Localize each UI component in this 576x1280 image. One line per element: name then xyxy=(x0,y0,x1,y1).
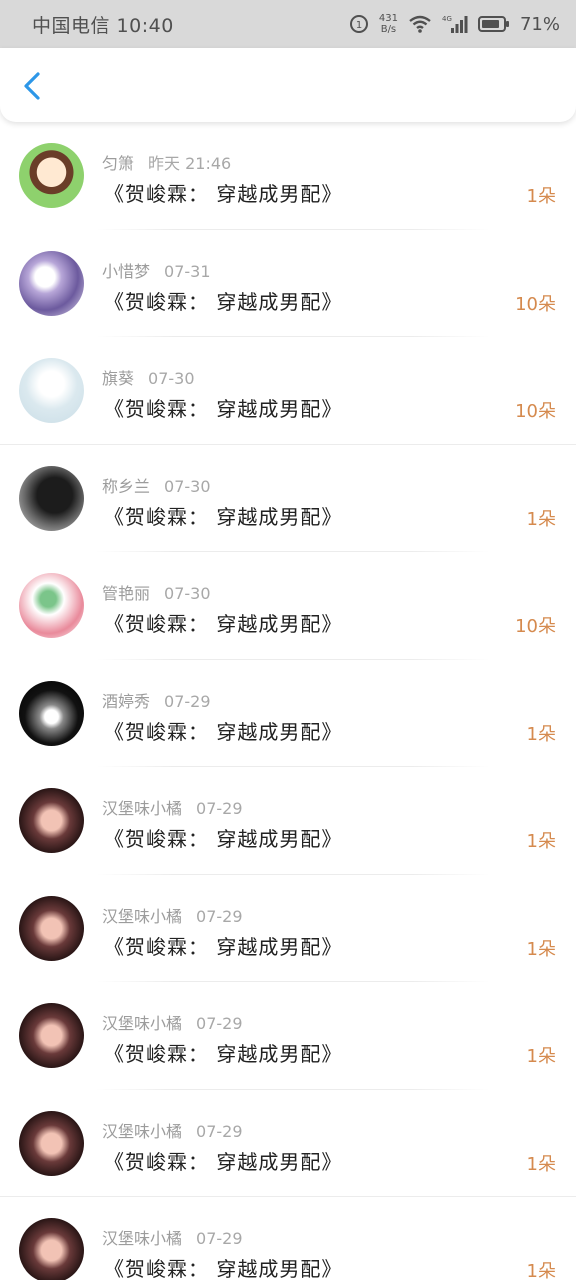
sender-name-text: 汉堡味小橘 xyxy=(102,906,183,926)
cellular-signal-icon: 4G xyxy=(442,14,468,34)
gift-date: 07-29 xyxy=(196,1229,243,1248)
back-button[interactable] xyxy=(18,70,46,102)
avatar[interactable] xyxy=(19,250,84,316)
gift-amount: 1朵 xyxy=(526,938,556,960)
avatar[interactable] xyxy=(19,1003,84,1068)
list-item[interactable]: 管艳丽 07-30 《贺峻霖： 穿越成男配》 10朵 xyxy=(0,552,576,660)
gift-record-list: 匀箫 昨天 21:46 《贺峻霖： 穿越成男配》 1朵 小惜梦 07-31 《贺峻霖： 穿越… xyxy=(0,122,576,1280)
network-speed-unit: B/s xyxy=(380,24,397,35)
sender-name: 匀箫 昨天 21:46 xyxy=(102,150,231,174)
work-title: 《贺峻霖： 穿越成男配》 xyxy=(104,612,343,636)
list-item[interactable]: 称乡兰 07-30 《贺峻霖： 穿越成男配》 1朵 xyxy=(0,445,576,553)
gift-amount: 1朵 xyxy=(526,1046,556,1067)
avatar[interactable] xyxy=(19,895,84,961)
battery-percent: 71% xyxy=(519,13,560,35)
sender-name: 汉堡味小橘 07-29 xyxy=(102,1010,243,1034)
list-item[interactable]: 汉堡味小橘 07-29 《贺峻霖： 穿越成男配》 1朵 xyxy=(0,1197,576,1280)
list-item[interactable]: 汉堡味小橘 07-29 《贺峻霖： 穿越成男配》 1朵 xyxy=(0,982,576,1090)
nav-bar xyxy=(0,48,576,122)
gift-date: 07-30 xyxy=(164,476,211,496)
sender-name: 旗葵 07-30 xyxy=(102,365,195,389)
work-title: 《贺峻霖： 穿越成男配》 xyxy=(104,289,343,314)
gift-amount: 10朵 xyxy=(515,293,556,315)
chevron-left-icon xyxy=(24,72,40,100)
sender-name-text: 汉堡味小橘 xyxy=(102,1121,183,1141)
gift-date: 07-30 xyxy=(164,584,211,603)
gift-amount: 10朵 xyxy=(515,616,556,637)
svg-text:1: 1 xyxy=(356,20,362,31)
list-item[interactable]: 旗葵 07-30 《贺峻霖： 穿越成男配》 10朵 xyxy=(0,337,576,445)
avatar[interactable] xyxy=(19,465,84,531)
list-item[interactable]: 汉堡味小橘 07-29 《贺峻霖： 穿越成男配》 1朵 xyxy=(0,875,576,983)
sender-name-text: 汉堡味小橘 xyxy=(102,1014,183,1033)
avatar[interactable] xyxy=(19,358,84,423)
gift-amount: 1朵 xyxy=(526,831,556,852)
sender-name: 酒婷秀 07-29 xyxy=(102,688,211,712)
sender-name: 汉堡味小橘 07-29 xyxy=(102,1225,243,1249)
work-title: 《贺峻霖： 穿越成男配》 xyxy=(104,1042,343,1066)
status-bar: 中国电信 10:40 1 431 B/s 4G 71% xyxy=(0,0,576,48)
gift-amount: 1朵 xyxy=(526,1261,556,1280)
sender-name: 称乡兰 07-30 xyxy=(102,473,211,497)
gift-amount: 1朵 xyxy=(526,508,556,530)
list-item[interactable]: 汉堡味小橘 07-29 《贺峻霖： 穿越成男配》 1朵 xyxy=(0,1090,576,1198)
avatar[interactable] xyxy=(19,680,84,746)
sender-name-text: 称乡兰 xyxy=(102,476,151,496)
network-speed-value: 431 xyxy=(378,13,398,24)
sender-name: 汉堡味小橘 07-29 xyxy=(102,1118,243,1142)
gift-date: 07-31 xyxy=(164,261,211,281)
network-speed: 431 B/s xyxy=(379,13,398,35)
work-title: 《贺峻霖： 穿越成男配》 xyxy=(104,1149,343,1174)
work-title: 《贺峻霖： 穿越成男配》 xyxy=(104,934,343,959)
gift-date: 07-30 xyxy=(148,369,195,388)
sender-name-text: 小惜梦 xyxy=(102,261,151,281)
avatar[interactable] xyxy=(19,788,84,853)
sender-name: 小惜梦 07-31 xyxy=(102,258,211,282)
sender-name-text: 匀箫 xyxy=(102,154,135,173)
gift-date: 07-29 xyxy=(196,906,243,926)
sender-name-text: 汉堡味小橘 xyxy=(102,1229,183,1248)
gift-date: 07-29 xyxy=(196,799,243,818)
work-title: 《贺峻霖： 穿越成男配》 xyxy=(104,182,343,206)
sender-name: 汉堡味小橘 07-29 xyxy=(102,795,243,819)
sender-name-text: 旗葵 xyxy=(102,369,135,388)
sender-name-text: 汉堡味小橘 xyxy=(102,799,183,818)
sender-name-text: 管艳丽 xyxy=(102,584,151,603)
svg-text:4G: 4G xyxy=(442,15,452,23)
gift-amount: 1朵 xyxy=(526,723,556,745)
gift-date: 07-29 xyxy=(164,691,211,711)
avatar[interactable] xyxy=(19,1110,84,1176)
data-saver-icon: 1 xyxy=(349,14,369,34)
sender-name-text: 酒婷秀 xyxy=(102,691,151,711)
work-title: 《贺峻霖： 穿越成男配》 xyxy=(104,1257,343,1280)
carrier-time: 中国电信 10:40 xyxy=(32,14,174,37)
avatar[interactable] xyxy=(19,573,84,638)
work-title: 《贺峻霖： 穿越成男配》 xyxy=(104,719,343,744)
avatar[interactable] xyxy=(19,143,84,208)
sender-name: 管艳丽 07-30 xyxy=(102,580,211,604)
list-item[interactable]: 酒婷秀 07-29 《贺峻霖： 穿越成男配》 1朵 xyxy=(0,660,576,768)
gift-amount: 1朵 xyxy=(526,1153,556,1175)
work-title: 《贺峻霖： 穿越成男配》 xyxy=(104,397,343,421)
battery-icon xyxy=(477,15,510,33)
work-title: 《贺峻霖： 穿越成男配》 xyxy=(104,827,343,851)
gift-amount: 10朵 xyxy=(515,401,556,422)
list-item[interactable]: 汉堡味小橘 07-29 《贺峻霖： 穿越成男配》 1朵 xyxy=(0,767,576,875)
avatar[interactable] xyxy=(19,1218,84,1280)
gift-date: 07-29 xyxy=(196,1121,243,1141)
list-item[interactable]: 匀箫 昨天 21:46 《贺峻霖： 穿越成男配》 1朵 xyxy=(0,122,576,230)
status-icons: 1 431 B/s 4G 71% xyxy=(349,13,560,35)
wifi-icon xyxy=(408,14,432,34)
gift-date: 昨天 21:46 xyxy=(148,154,232,173)
list-item[interactable]: 小惜梦 07-31 《贺峻霖： 穿越成男配》 10朵 xyxy=(0,230,576,338)
gift-date: 07-29 xyxy=(196,1014,243,1033)
work-title: 《贺峻霖： 穿越成男配》 xyxy=(104,504,343,529)
gift-amount: 1朵 xyxy=(526,186,556,207)
sender-name: 汉堡味小橘 07-29 xyxy=(102,903,243,927)
